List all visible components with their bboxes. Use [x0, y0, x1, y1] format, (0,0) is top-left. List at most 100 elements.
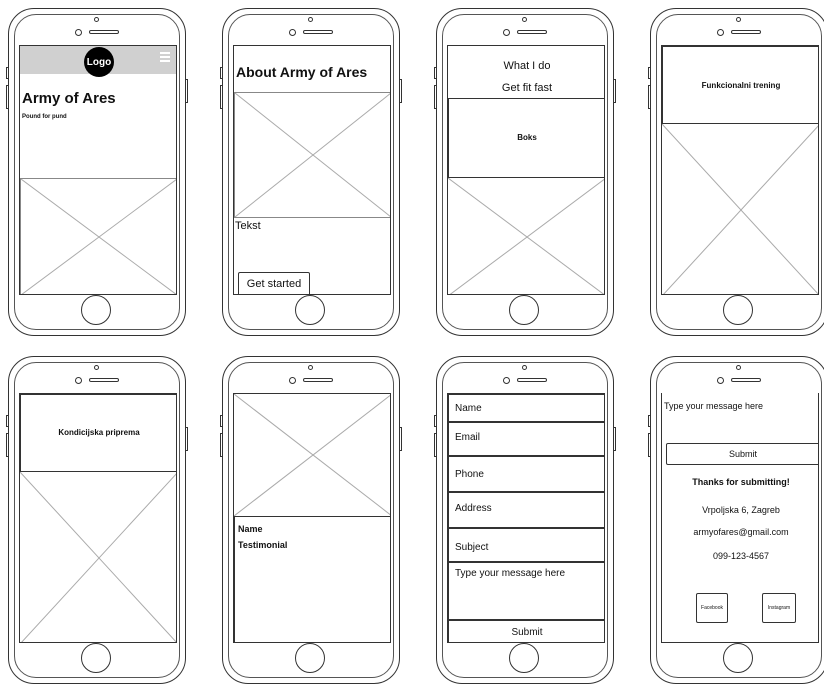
side-button	[6, 415, 9, 427]
side-button	[6, 67, 9, 79]
side-button	[434, 415, 437, 427]
phone-5: Kondicijska priprema	[6, 356, 188, 684]
side-button	[434, 85, 437, 109]
side-button	[648, 415, 651, 427]
home-button[interactable]	[295, 643, 325, 673]
camera-icon	[308, 17, 313, 22]
side-button	[648, 85, 651, 109]
screen: Type your message here Submit Thanks for…	[661, 393, 819, 643]
speaker-icon	[303, 30, 333, 34]
kondicijska-label: Kondicijska priprema	[58, 428, 140, 437]
phone-1: Logo Army of Ares Pound for pund	[6, 8, 188, 336]
speaker-icon	[303, 378, 333, 382]
phone-3: What I do Get fit fast Boks	[434, 8, 616, 336]
image-placeholder	[448, 178, 604, 294]
testimonial-name: Name	[238, 524, 263, 534]
screen: Kondicijska priprema	[19, 393, 177, 643]
sensor-icon	[717, 29, 724, 36]
screen: Name Testimonial	[233, 393, 391, 643]
home-button[interactable]	[81, 643, 111, 673]
sensor-icon	[75, 377, 82, 384]
side-button	[434, 67, 437, 79]
testimonial-text: Testimonial	[238, 540, 288, 550]
side-button	[613, 427, 616, 451]
screen: Name Email Phone Address Subject Type yo…	[447, 393, 605, 643]
testimonial-card	[234, 516, 390, 642]
side-button	[185, 427, 188, 451]
screen: What I do Get fit fast Boks	[447, 45, 605, 295]
speaker-icon	[89, 378, 119, 382]
image-placeholder	[20, 178, 176, 294]
speaker-icon	[731, 378, 761, 382]
side-button	[220, 433, 223, 457]
side-button	[613, 79, 616, 103]
phone-7: Name Email Phone Address Subject Type yo…	[434, 356, 616, 684]
logo[interactable]: Logo	[84, 47, 114, 77]
screen: Logo Army of Ares Pound for pund	[19, 45, 177, 295]
page-title: About Army of Ares	[236, 64, 368, 80]
side-button	[185, 79, 188, 103]
instagram-button[interactable]: Instagram	[762, 593, 796, 623]
side-button	[399, 79, 402, 103]
contact-email: armyofares@gmail.com	[693, 527, 789, 537]
sensor-icon	[717, 377, 724, 384]
side-button	[220, 67, 223, 79]
side-button	[648, 433, 651, 457]
get-started-button[interactable]: Get started	[238, 272, 310, 294]
home-button[interactable]	[723, 643, 753, 673]
address-field[interactable]: Address	[448, 492, 604, 528]
home-button[interactable]	[509, 643, 539, 673]
site-subtitle: Pound for pund	[22, 114, 67, 120]
side-button	[6, 85, 9, 109]
facebook-button[interactable]: Facebook	[696, 593, 728, 623]
speaker-icon	[517, 30, 547, 34]
message-field[interactable]: Type your message here	[448, 562, 604, 620]
side-button	[434, 433, 437, 457]
sensor-icon	[289, 29, 296, 36]
speaker-icon	[517, 378, 547, 382]
phone-8: Type your message here Submit Thanks for…	[648, 356, 824, 684]
screen: About Army of Ares Tekst Get started	[233, 45, 391, 295]
phone-field[interactable]: Phone	[448, 456, 604, 492]
home-button[interactable]	[295, 295, 325, 325]
site-title: Army of Ares	[22, 90, 116, 107]
phone-6: Name Testimonial	[220, 356, 402, 684]
body-text: Tekst	[235, 220, 261, 232]
section-heading: What I do	[503, 60, 551, 72]
home-button[interactable]	[723, 295, 753, 325]
sensor-icon	[75, 29, 82, 36]
side-button	[220, 85, 223, 109]
funkcionalni-label: Funkcionalni trening	[701, 81, 781, 90]
message-field[interactable]: Type your message here	[664, 401, 763, 411]
thanks-message: Thanks for submitting!	[692, 477, 790, 487]
camera-icon	[736, 365, 741, 370]
sensor-icon	[503, 29, 510, 36]
speaker-icon	[89, 30, 119, 34]
submit-button[interactable]: Submit	[448, 620, 604, 642]
contact-address: Vrpoljska 6, Zagreb	[702, 505, 780, 515]
image-placeholder	[662, 124, 818, 294]
image-placeholder	[234, 394, 390, 516]
sensor-icon	[289, 377, 296, 384]
home-button[interactable]	[509, 295, 539, 325]
side-button	[6, 433, 9, 457]
home-button[interactable]	[81, 295, 111, 325]
camera-icon	[94, 365, 99, 370]
screen: Funkcionalni trening	[661, 45, 819, 295]
camera-icon	[308, 365, 313, 370]
side-button	[220, 415, 223, 427]
side-button	[399, 427, 402, 451]
camera-icon	[522, 17, 527, 22]
image-placeholder	[20, 472, 176, 642]
hamburger-menu-icon[interactable]	[160, 52, 170, 62]
subject-field[interactable]: Subject	[448, 528, 604, 562]
name-field[interactable]: Name	[448, 394, 604, 422]
speaker-icon	[731, 30, 761, 34]
image-placeholder	[234, 92, 390, 218]
email-field[interactable]: Email	[448, 422, 604, 456]
camera-icon	[522, 365, 527, 370]
phone-4: Funkcionalni trening	[648, 8, 824, 336]
contact-phone: 099-123-4567	[712, 551, 770, 561]
submit-button[interactable]: Submit	[666, 443, 818, 465]
hero-divider	[176, 74, 177, 178]
